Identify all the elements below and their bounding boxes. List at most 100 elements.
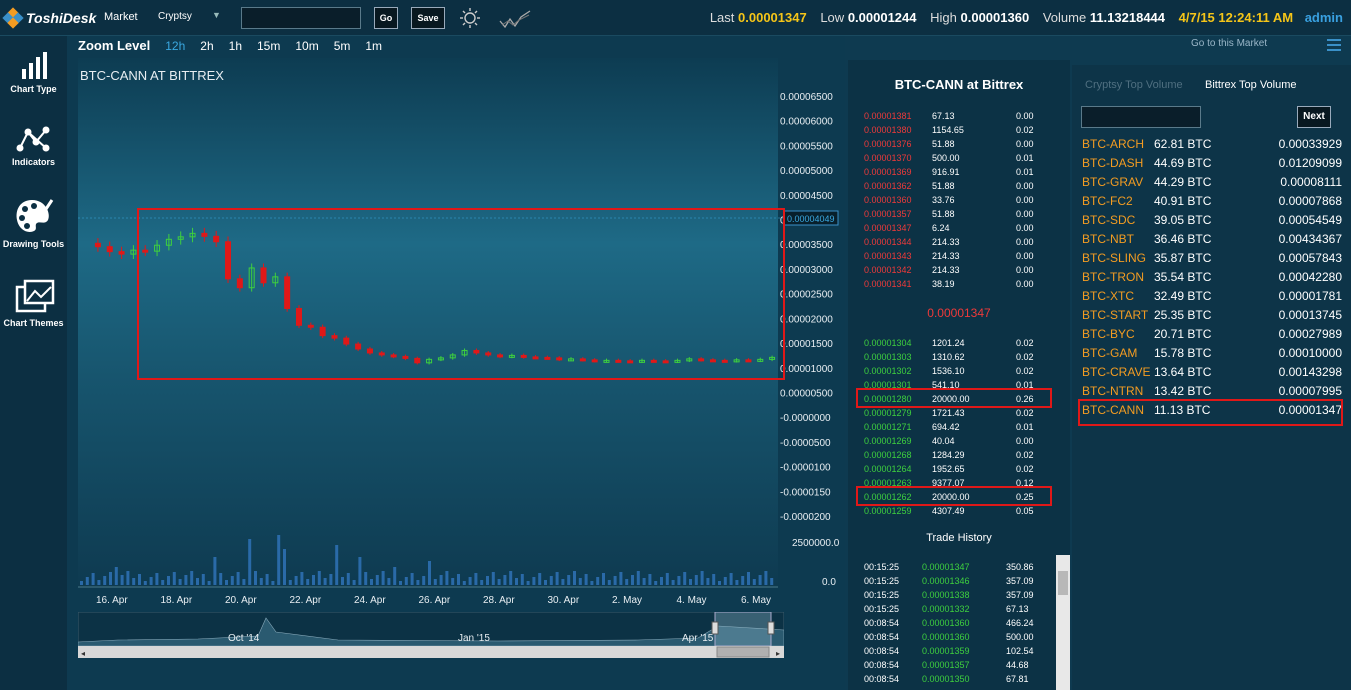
market-row[interactable]: BTC-SDC 39.05 BTC 0.00054549 [1082, 211, 1342, 230]
bid-row[interactable]: 0.00001259 4307.49 0.05 [864, 504, 1064, 518]
navigator-label: Apr '15 [682, 633, 714, 644]
trade-row[interactable]: 00:08:54 0.00001359 102.54 [864, 644, 1064, 658]
ask-row[interactable]: 0.00001369 916.91 0.01 [864, 165, 1064, 179]
ask-row[interactable]: 0.00001341 38.19 0.00 [864, 277, 1064, 291]
volume-bar [555, 572, 559, 585]
zoom-option-1m[interactable]: 1m [365, 39, 382, 53]
trade-row[interactable]: 00:08:54 0.00001357 44.68 [864, 658, 1064, 672]
volume-bar [178, 579, 182, 585]
market-name: BTC-GRAV [1082, 175, 1144, 189]
market-menu[interactable]: Market [104, 11, 138, 23]
x-axis-label: 4. May [677, 595, 707, 606]
volume-bar [538, 573, 542, 585]
market-row[interactable]: BTC-SLING 35.87 BTC 0.00057843 [1082, 249, 1342, 268]
navigator-window[interactable] [714, 612, 772, 647]
market-row[interactable]: BTC-NBT 36.46 BTC 0.00434367 [1082, 230, 1342, 249]
bid-row[interactable]: 0.00001268 1284.29 0.02 [864, 448, 1064, 462]
trade-row[interactable]: 00:15:25 0.00001346 357.09 [864, 574, 1064, 588]
chevron-down-icon[interactable]: ▼ [212, 10, 221, 20]
menu-icon[interactable] [1327, 39, 1341, 51]
search-input[interactable] [241, 7, 361, 29]
user-menu[interactable]: admin [1305, 10, 1343, 25]
x-axis-label: 6. May [741, 595, 771, 606]
save-button[interactable]: Save [411, 7, 445, 29]
tab-bittrex-top-volume[interactable]: Bittrex Top Volume [1205, 79, 1297, 91]
bid-row[interactable]: 0.00001304 1201.24 0.02 [864, 336, 1064, 350]
candle[interactable] [118, 251, 125, 255]
ask-row[interactable]: 0.00001347 6.24 0.00 [864, 221, 1064, 235]
market-row[interactable]: BTC-DASH 44.69 BTC 0.01209099 [1082, 154, 1342, 173]
market-row[interactable]: BTC-START 25.35 BTC 0.00013745 [1082, 306, 1342, 325]
volume-bar [213, 557, 217, 585]
zoom-option-15m[interactable]: 15m [257, 39, 280, 53]
go-to-market-link[interactable]: Go to this Market [1191, 38, 1267, 49]
trade-row[interactable]: 00:15:25 0.00001332 67.13 [864, 602, 1064, 616]
market-volume: 35.87 BTC [1154, 251, 1212, 265]
ask-row[interactable]: 0.00001381 67.13 0.00 [864, 109, 1064, 123]
sidebar-item-chart-themes[interactable]: Chart Themes [0, 279, 67, 328]
go-button[interactable]: Go [374, 7, 398, 29]
ask-row[interactable]: 0.00001380 1154.65 0.02 [864, 123, 1064, 137]
next-button[interactable]: Next [1297, 106, 1331, 128]
ask-row[interactable]: 0.00001357 51.88 0.00 [864, 207, 1064, 221]
chart-navigator[interactable]: Oct '14 Jan '15 Apr '15 ◂ ▸ [78, 612, 784, 658]
trade-row[interactable]: 00:15:25 0.00001338 357.09 [864, 588, 1064, 602]
candle[interactable] [94, 242, 101, 248]
trade-row[interactable]: 00:08:54 0.00001360 500.00 [864, 630, 1064, 644]
market-row[interactable]: BTC-BYC 20.71 BTC 0.00027989 [1082, 325, 1342, 344]
ask-row[interactable]: 0.00001344 214.33 0.00 [864, 235, 1064, 249]
ask-row[interactable]: 0.00001360 33.76 0.00 [864, 193, 1064, 207]
zoom-option-5m[interactable]: 5m [334, 39, 351, 53]
candle[interactable] [106, 246, 113, 253]
ask-row[interactable]: 0.00001370 500.00 0.01 [864, 151, 1064, 165]
logo[interactable]: ToshiDesk [2, 7, 96, 29]
market-price: 0.00057843 [1278, 251, 1342, 265]
trend-line-icon[interactable] [499, 9, 531, 29]
market-row[interactable]: BTC-TRON 35.54 BTC 0.00042280 [1082, 268, 1342, 287]
volume-bar [491, 572, 495, 585]
zoom-option-2h[interactable]: 2h [200, 39, 213, 53]
volume-bar [660, 577, 663, 585]
market-search-input[interactable] [1081, 106, 1201, 128]
high-price: 0.00001360 [960, 10, 1030, 25]
ask-row[interactable]: 0.00001342 214.33 0.00 [864, 263, 1064, 277]
zoom-option-1h[interactable]: 1h [229, 39, 242, 53]
market-row[interactable]: BTC-FC2 40.91 BTC 0.00007868 [1082, 192, 1342, 211]
ask-row[interactable]: 0.00001376 51.88 0.00 [864, 137, 1064, 151]
bid-row[interactable]: 0.00001264 1952.65 0.02 [864, 462, 1064, 476]
navigator-scrollbar[interactable] [78, 646, 784, 658]
bid-row[interactable]: 0.00001303 1310.62 0.02 [864, 350, 1064, 364]
sidebar-item-indicators[interactable]: Indicators [0, 124, 67, 167]
exchange-select[interactable]: Cryptsy [158, 11, 192, 22]
bid-row[interactable]: 0.00001269 40.04 0.00 [864, 434, 1064, 448]
sidebar-item-chart-type[interactable]: Chart Type [0, 51, 67, 94]
themes-icon [15, 279, 54, 313]
volume-bar [294, 576, 298, 585]
tab-cryptsy-top-volume[interactable]: Cryptsy Top Volume [1085, 79, 1183, 91]
market-name: BTC-NTRN [1082, 384, 1144, 398]
scroll-left-icon[interactable]: ◂ [81, 649, 85, 658]
trade-row[interactable]: 00:08:54 0.00001350 67.81 [864, 672, 1064, 686]
zoom-option-10m[interactable]: 10m [295, 39, 318, 53]
bid-row[interactable]: 0.00001271 694.42 0.01 [864, 420, 1064, 434]
market-row[interactable]: BTC-XTC 32.49 BTC 0.00001781 [1082, 287, 1342, 306]
ask-row[interactable]: 0.00001362 51.88 0.00 [864, 179, 1064, 193]
navigator-handle-right[interactable] [767, 621, 775, 635]
trade-row[interactable]: 00:15:25 0.00001347 350.86 [864, 560, 1064, 574]
bid-row[interactable]: 0.00001302 1536.10 0.02 [864, 364, 1064, 378]
scroll-right-icon[interactable]: ▸ [776, 649, 780, 658]
sidebar-item-drawing-tools[interactable]: Drawing Tools [0, 198, 67, 249]
trade-history-scrollbar[interactable] [1056, 555, 1070, 690]
price-axis-label: 0.00005000 [780, 166, 833, 177]
markets-panel: Cryptsy Top Volume Bittrex Top Volume Ne… [1072, 65, 1351, 690]
ask-row[interactable]: 0.00001343 214.33 0.00 [864, 249, 1064, 263]
market-row[interactable]: BTC-GAM 15.78 BTC 0.00010000 [1082, 344, 1342, 363]
market-row[interactable]: BTC-CRAVE 13.64 BTC 0.00143298 [1082, 363, 1342, 382]
bid-row[interactable]: 0.00001279 1721.43 0.02 [864, 406, 1064, 420]
trade-row[interactable]: 00:08:54 0.00001360 466.24 [864, 616, 1064, 630]
market-row[interactable]: BTC-GRAV 44.29 BTC 0.00008111 [1082, 173, 1342, 192]
zoom-option-12h[interactable]: 12h [165, 39, 185, 53]
sun-icon[interactable] [459, 7, 481, 29]
navigator-scrollbar-thumb[interactable] [716, 646, 770, 658]
market-row[interactable]: BTC-ARCH 62.81 BTC 0.00033929 [1082, 135, 1342, 154]
